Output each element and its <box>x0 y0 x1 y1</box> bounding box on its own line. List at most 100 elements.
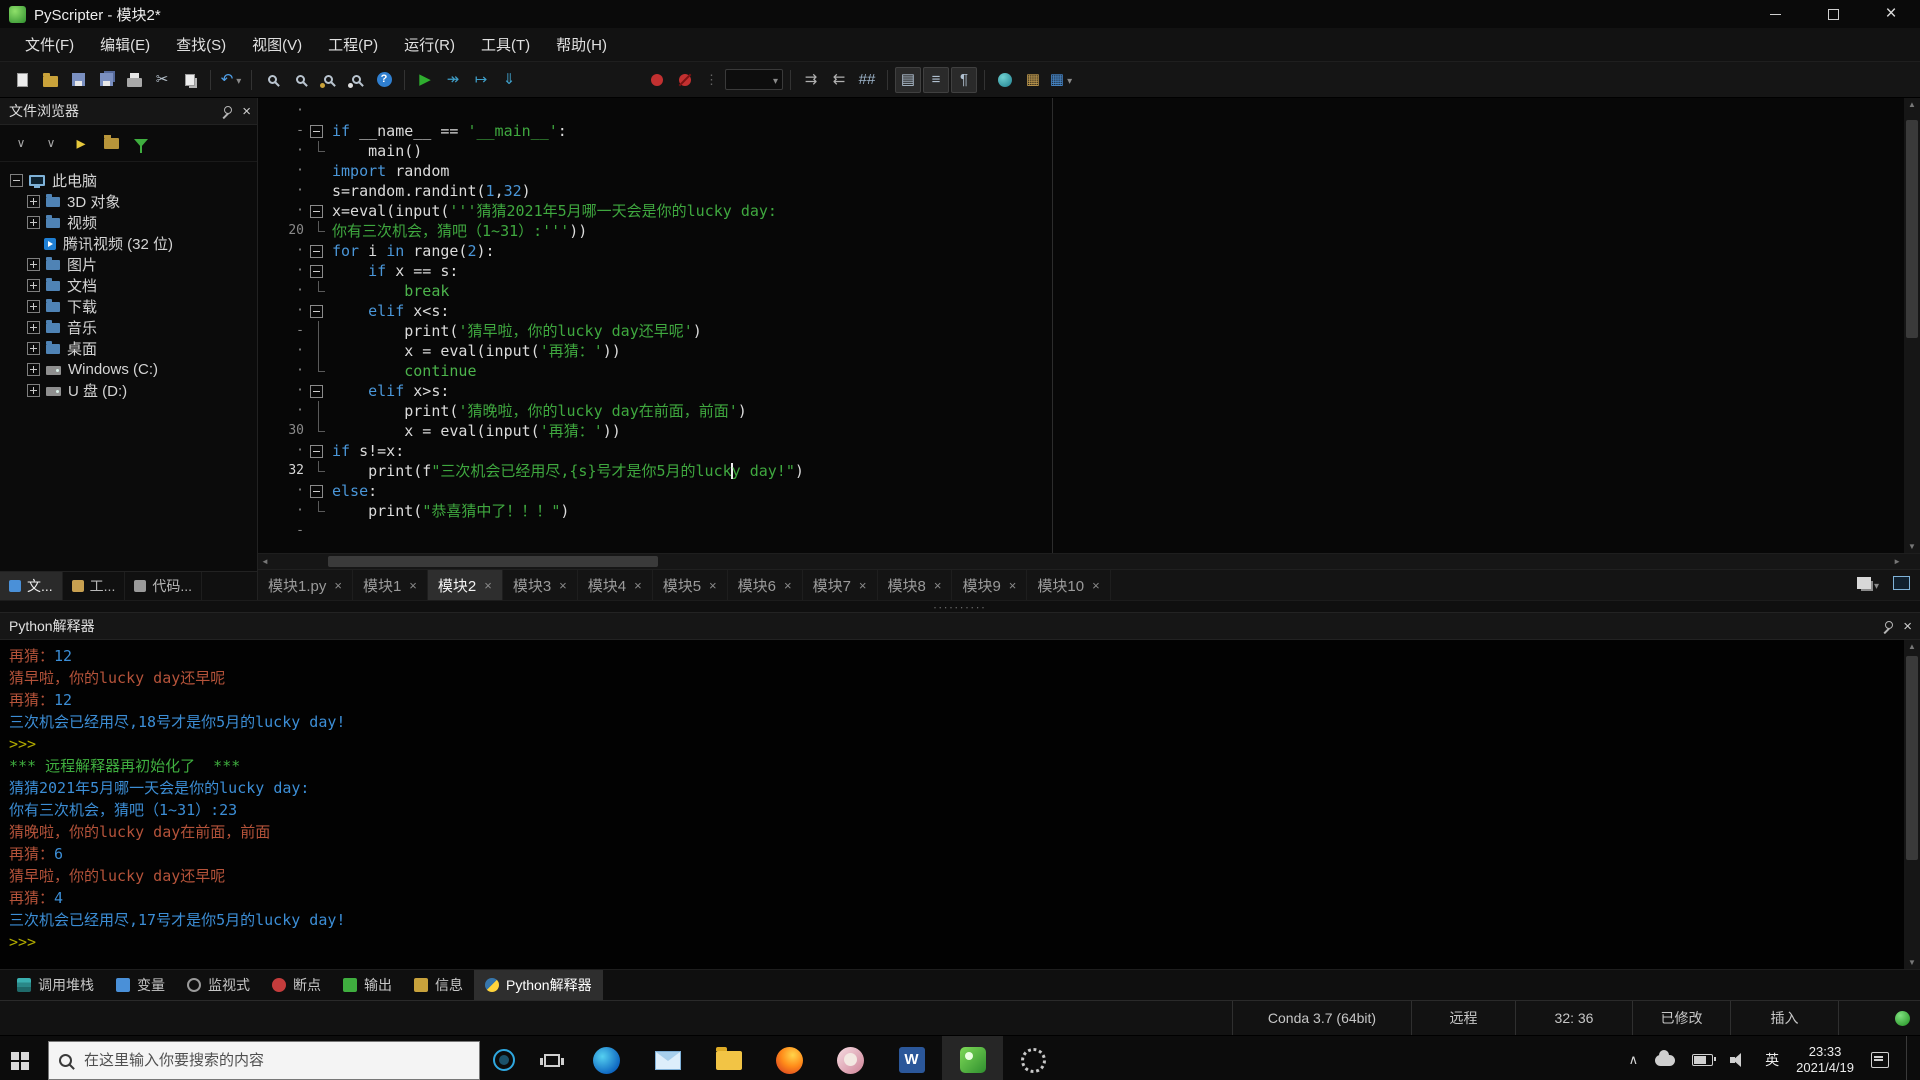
taskbar-app-word[interactable]: W <box>881 1036 942 1080</box>
editor-tab-模块6[interactable]: 模块6 <box>728 570 803 600</box>
undo-icon[interactable]: ↶ <box>218 67 244 93</box>
fold-box-icon[interactable] <box>310 305 323 318</box>
tree-item-3[interactable]: 腾讯视频 (32 位) <box>0 233 257 254</box>
open-file-icon[interactable] <box>37 67 63 93</box>
close-tab-icon[interactable] <box>784 578 792 593</box>
search-again-icon[interactable] <box>287 67 313 93</box>
left-panel-tab-2[interactable]: 工... <box>63 572 126 600</box>
left-panel-tab-3[interactable]: 代码... <box>125 572 202 600</box>
editor-tab-模块2[interactable]: 模块2 <box>428 570 503 600</box>
volume-icon[interactable] <box>1730 1053 1748 1067</box>
special-chars-icon[interactable]: ▤ <box>895 67 921 93</box>
dock-tab-stack[interactable]: 调用堆栈 <box>6 970 105 1000</box>
close-button[interactable] <box>1862 0 1920 28</box>
clear-breakpoints-icon[interactable] <box>672 67 698 93</box>
menu-item-7[interactable]: 工具(T) <box>468 28 543 61</box>
dock-tab-messages[interactable]: 信息 <box>403 970 474 1000</box>
dock-tab-breakpoints[interactable]: 断点 <box>261 970 332 1000</box>
tree-item-6[interactable]: 下载 <box>0 296 257 317</box>
save-icon[interactable] <box>65 67 91 93</box>
editor-tab-模块3[interactable]: 模块3 <box>503 570 578 600</box>
table-layout-icon[interactable]: ▦ <box>1020 67 1046 93</box>
outdent-icon[interactable]: ⇇ <box>826 67 852 93</box>
fold-box-icon[interactable] <box>310 125 323 138</box>
close-tab-icon[interactable] <box>334 578 342 593</box>
show-desktop-button[interactable] <box>1906 1036 1912 1080</box>
new-directory-icon[interactable] <box>98 131 124 155</box>
taskbar-app-firefox[interactable] <box>759 1036 820 1080</box>
editor-tab-模块4[interactable]: 模块4 <box>578 570 653 600</box>
go-to-directory-icon[interactable] <box>68 131 94 155</box>
history-dropdown-icon[interactable] <box>8 131 34 155</box>
menu-item-8[interactable]: 帮助(H) <box>543 28 620 61</box>
tree-item-7[interactable]: 音乐 <box>0 317 257 338</box>
taskbar-app-explorer[interactable] <box>698 1036 759 1080</box>
step-over-icon[interactable]: ↠ <box>440 67 466 93</box>
replace-icon[interactable] <box>343 67 369 93</box>
input-language-indicator[interactable]: 英 <box>1765 1050 1779 1070</box>
toggle-breakpoint-icon[interactable] <box>644 67 670 93</box>
expand-box-icon[interactable] <box>27 195 40 208</box>
python-interpreter-console[interactable]: 再猜：12猜早啦，你的lucky day还早呢再猜：12三次机会已经用尽,18号… <box>0 640 1920 969</box>
word-wrap-icon[interactable]: ¶ <box>951 67 977 93</box>
scrollbar-thumb[interactable] <box>1906 656 1918 860</box>
browser-icon[interactable] <box>992 67 1018 93</box>
clock[interactable]: 23:33 2021/4/19 <box>1796 1044 1854 1076</box>
taskbar-app-settings[interactable] <box>1003 1036 1064 1080</box>
tree-item-1[interactable]: 3D 对象 <box>0 191 257 212</box>
close-tab-icon[interactable] <box>559 578 567 593</box>
new-file-icon[interactable] <box>9 67 35 93</box>
close-tab-icon[interactable] <box>484 578 492 593</box>
editor-tab-模块5[interactable]: 模块5 <box>653 570 728 600</box>
file-list-button[interactable] <box>1857 576 1879 594</box>
scrollbar-thumb[interactable] <box>328 556 658 567</box>
taskbar-app-mail[interactable] <box>637 1036 698 1080</box>
close-tab-icon[interactable] <box>859 578 867 593</box>
close-panel-icon[interactable] <box>242 103 251 119</box>
minimize-button[interactable] <box>1746 0 1804 28</box>
close-tab-icon[interactable] <box>634 578 642 593</box>
dock-tab-watches[interactable]: 监视式 <box>176 970 261 1000</box>
fold-box-icon[interactable] <box>310 385 323 398</box>
tree-item-2[interactable]: 视频 <box>0 212 257 233</box>
fold-box-icon[interactable] <box>310 265 323 278</box>
battery-icon[interactable] <box>1692 1054 1713 1066</box>
splitter-grip[interactable] <box>933 598 986 616</box>
indent-guides-icon[interactable]: ≡ <box>923 67 949 93</box>
expand-box-icon[interactable] <box>27 300 40 313</box>
task-view-button[interactable] <box>528 1036 576 1080</box>
start-button[interactable] <box>0 1036 48 1080</box>
scrollbar-thumb[interactable] <box>1906 120 1918 338</box>
filter-icon[interactable] <box>128 131 154 155</box>
expand-box-icon[interactable] <box>27 363 40 376</box>
expand-box-icon[interactable] <box>27 216 40 229</box>
collapse-box-icon[interactable] <box>10 174 23 187</box>
horizontal-splitter[interactable] <box>0 600 1920 612</box>
editor-tab-模块10[interactable]: 模块10 <box>1027 570 1110 600</box>
tree-item-10[interactable]: U 盘 (D:) <box>0 380 257 401</box>
cut-icon[interactable]: ✂ <box>149 67 175 93</box>
close-tab-icon[interactable] <box>709 578 717 593</box>
editor-vertical-scrollbar[interactable] <box>1904 98 1920 553</box>
copy-icon[interactable] <box>177 67 203 93</box>
tree-item-8[interactable]: 桌面 <box>0 338 257 359</box>
help-icon[interactable] <box>371 67 397 93</box>
tree-item-5[interactable]: 文档 <box>0 275 257 296</box>
taskbar-search[interactable] <box>48 1041 480 1080</box>
debug-icon[interactable]: ⇓ <box>496 67 522 93</box>
close-tab-icon[interactable] <box>1092 578 1100 593</box>
table-layout-blue-icon[interactable]: ▦ <box>1048 67 1074 93</box>
editor-tab-模块7[interactable]: 模块7 <box>803 570 878 600</box>
new-editor-window-button[interactable] <box>1893 576 1910 595</box>
view-dropdown-icon[interactable] <box>38 131 64 155</box>
menu-item-1[interactable]: 文件(F) <box>12 28 87 61</box>
indent-icon[interactable]: ⇉ <box>798 67 824 93</box>
tree-item-root[interactable]: 此电脑 <box>0 170 257 191</box>
expand-box-icon[interactable] <box>27 321 40 334</box>
tray-expand-icon[interactable]: ∧ <box>1629 1052 1639 1068</box>
line-numbers-icon[interactable]: ## <box>854 67 880 93</box>
left-panel-tab-1[interactable]: 文... <box>0 572 63 600</box>
restore-button[interactable] <box>1804 0 1862 28</box>
onedrive-icon[interactable] <box>1655 1055 1675 1066</box>
run-to-cursor-icon[interactable]: ↦ <box>468 67 494 93</box>
